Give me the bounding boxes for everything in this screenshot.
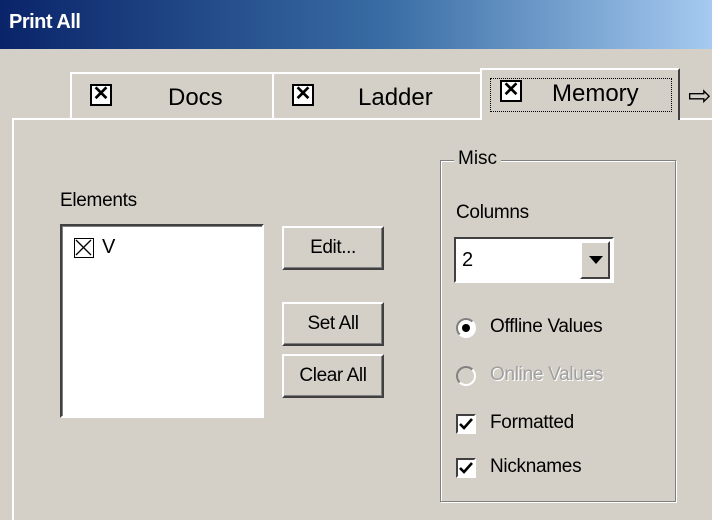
list-item-label: V: [102, 236, 116, 258]
clear-all-button[interactable]: Clear All: [282, 354, 384, 398]
check-icon: [459, 462, 473, 474]
columns-label: Columns: [456, 202, 529, 223]
tab-memory-label: Memory: [552, 80, 639, 107]
tab-docs-label: Docs: [168, 84, 223, 111]
tab-docs[interactable]: ✕ Docs: [70, 72, 274, 118]
chevron-down-icon: [589, 256, 603, 264]
dropdown-button[interactable]: [580, 241, 610, 279]
offline-values-radio[interactable]: [456, 318, 476, 338]
nicknames-checkbox[interactable]: [456, 458, 476, 478]
misc-legend: Misc: [454, 148, 502, 170]
columns-select[interactable]: 2: [454, 237, 614, 283]
elements-listbox[interactable]: V: [60, 224, 264, 418]
formatted-label: Formatted: [490, 412, 574, 433]
offline-values-label: Offline Values: [490, 316, 603, 337]
tab-strip: ✕ Docs ✕ Ladder ✕ Memory: [0, 68, 712, 120]
radio-dot: [462, 324, 470, 332]
tab-memory[interactable]: ✕ Memory: [480, 68, 680, 120]
x-mark-icon: [75, 239, 92, 256]
tab-ladder-label: Ladder: [358, 84, 433, 111]
online-values-label: Online Values: [490, 364, 603, 385]
tab-memory-checkbox[interactable]: ✕: [500, 80, 522, 102]
title-bar: Print All: [0, 0, 712, 49]
check-icon: [459, 418, 473, 430]
right-arrow-icon[interactable]: ⇨: [688, 76, 712, 116]
tab-ladder-checkbox[interactable]: ✕: [292, 84, 314, 106]
formatted-checkbox[interactable]: [456, 414, 476, 434]
elements-label: Elements: [60, 190, 137, 211]
tab-docs-checkbox[interactable]: ✕: [90, 84, 112, 106]
nicknames-label: Nicknames: [490, 456, 582, 477]
tab-ladder[interactable]: ✕ Ladder: [272, 72, 482, 118]
set-all-button[interactable]: Set All: [282, 302, 384, 346]
columns-value: 2: [462, 249, 474, 271]
window-title: Print All: [9, 11, 81, 33]
edit-button[interactable]: Edit...: [282, 226, 384, 270]
online-values-radio: [456, 366, 476, 386]
item-checkbox[interactable]: [74, 238, 94, 258]
